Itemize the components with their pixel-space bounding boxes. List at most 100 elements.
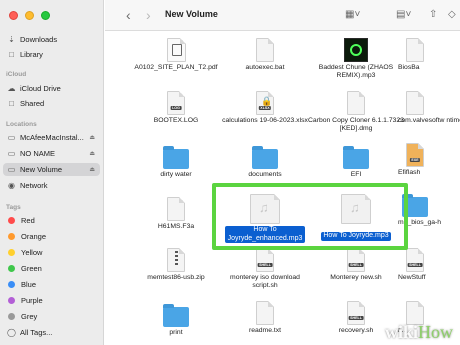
file-item[interactable]: SHELL Monterey new.sh [308, 248, 404, 282]
group-icon[interactable]: ▤˅ [396, 9, 411, 20]
tags-icon: ◯ [7, 328, 16, 337]
file-name: BiosBa [398, 64, 420, 71]
file-name: Monterey new.sh [330, 274, 382, 281]
folder-name: EFI [350, 171, 362, 178]
window-controls [9, 11, 50, 20]
sidebar-item-label: Library [20, 50, 43, 59]
cloud-icon: ☁ [7, 84, 16, 93]
sidebar-all-tags[interactable]: ◯ All Tags... [3, 326, 100, 339]
shell-script-icon: SHELL [347, 301, 365, 325]
eject-icon[interactable]: ⏏ [89, 150, 95, 157]
toolbar: ‹ › New Volume ▦˅ ▤˅ ⇧ ◇ [105, 0, 460, 31]
file-item[interactable]: SHELL monterey iso download script.sh [217, 248, 313, 290]
tag-color-dot [8, 281, 15, 288]
file-type-badge: XLSX [258, 106, 272, 110]
sidebar-item-new-volume[interactable]: ▭ New Volume ⏏ [3, 163, 100, 176]
sidebar-item-no-name[interactable]: ▭ NO NAME ⏏ [3, 147, 100, 160]
file-name: NewStuff [398, 274, 426, 281]
folder-item[interactable]: documents [217, 146, 313, 179]
sidebar-item-network[interactable]: ◉ Network [3, 179, 100, 192]
sidebar-tag-orange[interactable]: Orange [3, 230, 100, 243]
folder-item[interactable]: dirty water [128, 146, 224, 179]
sidebar-item-icloud-drive[interactable]: ☁ iCloud Drive [3, 82, 100, 95]
file-item[interactable]: EXE Efiflash [398, 143, 460, 177]
zoom-window-button[interactable] [41, 11, 50, 20]
text-file-icon [256, 301, 274, 325]
sidebar-item-label: New Volume [20, 165, 63, 174]
view-grid-icon[interactable]: ▦˅ [345, 9, 360, 20]
sidebar-tag-yellow[interactable]: Yellow [3, 246, 100, 259]
folder-icon [163, 146, 189, 169]
document-icon [167, 197, 185, 221]
file-item[interactable]: BiosBa [398, 38, 460, 72]
forward-button[interactable]: › [146, 7, 151, 23]
file-item[interactable]: LOG BOOTEX.LOG [128, 91, 224, 125]
file-name: H61MS.F3a [157, 223, 195, 230]
sidebar-item-library[interactable]: □ Library [3, 48, 100, 61]
folder-name: documents [248, 171, 282, 178]
file-item[interactable]: readme.txt [217, 301, 313, 335]
watermark-wiki: wiki [384, 322, 418, 342]
folder-item[interactable]: EFI [308, 146, 404, 179]
file-item[interactable]: SHELL NewStuff [398, 248, 460, 282]
sidebar-item-label: Network [20, 181, 48, 190]
shared-folder-icon: □ [9, 99, 14, 108]
watermark-how: How [418, 322, 453, 342]
minimize-window-button[interactable] [25, 11, 34, 20]
file-item[interactable]: H61MS.F3a [128, 197, 224, 231]
file-name: autoexec.bat [245, 64, 285, 71]
file-name: readme.txt [248, 327, 282, 334]
sidebar-item-mcafee[interactable]: ▭ McAfeeMacInstal... ⏏ [3, 131, 100, 144]
sidebar-item-label: Grey [21, 312, 38, 321]
file-item[interactable]: memtest86-usb.zip [128, 248, 224, 282]
sidebar-item-label: Blue [21, 280, 37, 289]
zip-file-icon [167, 248, 185, 272]
sidebar-tag-red[interactable]: Red [3, 214, 100, 227]
file-item[interactable]: autoexec.bat [217, 38, 313, 72]
close-window-button[interactable] [9, 11, 18, 20]
file-type-badge: SHELL [348, 263, 364, 267]
back-button[interactable]: ‹ [126, 7, 131, 23]
file-type-badge: SHELL [257, 263, 273, 267]
tag-color-dot [8, 265, 15, 272]
file-item[interactable]: Carbon Copy Cloner 6.1.1.7323 [KED].dmg [308, 91, 404, 133]
sidebar-tag-blue[interactable]: Blue [3, 278, 100, 291]
finder-window: ⇣ Downloads □ Library iCloud ☁ iCloud Dr… [0, 0, 460, 345]
eject-icon[interactable]: ⏏ [89, 134, 95, 141]
file-item[interactable]: 🔒 XLSX calculations 19-06-2023.xlsx [217, 91, 313, 125]
sidebar-item-label: Downloads [20, 35, 58, 44]
file-type-badge: EXE [409, 158, 421, 162]
folder-name: dirty water [160, 171, 192, 178]
file-name: memtest86-usb.zip [147, 274, 205, 281]
file-item[interactable]: A0102_SITE_PLAN_T2.pdf [128, 38, 224, 72]
sidebar-tag-grey[interactable]: Grey [3, 310, 100, 323]
file-item[interactable]: com.valvesoftw ntime.Sdk-a...t [398, 91, 460, 125]
window-title: New Volume [165, 9, 218, 19]
share-icon[interactable]: ⇧ [429, 9, 437, 20]
folder-icon [343, 146, 369, 169]
sidebar-item-label: Shared [20, 99, 45, 108]
sidebar-item-shared[interactable]: □ Shared [3, 97, 100, 110]
tag-color-dot [8, 249, 15, 256]
file-item[interactable]: Baddest Chune (ZHAOS REMIX).mp3 [308, 38, 404, 80]
document-icon [406, 91, 424, 115]
folder-icon [163, 304, 189, 327]
sidebar-section-tags: Tags [6, 204, 21, 211]
log-file-icon: LOG [167, 91, 185, 115]
folder-icon: □ [9, 50, 14, 59]
sidebar-tag-green[interactable]: Green [3, 262, 100, 275]
exe-file-icon: EXE [406, 143, 424, 167]
file-name: Efiflash [398, 169, 421, 176]
globe-icon: ◉ [8, 181, 15, 190]
folder-icon [252, 146, 278, 169]
album-art-icon [344, 38, 368, 62]
shell-script-icon: SHELL [406, 248, 424, 272]
eject-icon[interactable]: ⏏ [89, 166, 95, 173]
sidebar-tag-purple[interactable]: Purple [3, 294, 100, 307]
tag-icon[interactable]: ◇ [448, 9, 456, 20]
file-name: Carbon Copy Cloner 6.1.1.7323 [KED].dmg [308, 117, 404, 132]
tag-color-dot [8, 233, 15, 240]
folder-item[interactable]: print [128, 304, 224, 337]
file-name: Baddest Chune (ZHAOS REMIX).mp3 [318, 64, 394, 79]
sidebar-item-downloads[interactable]: ⇣ Downloads [3, 33, 100, 46]
